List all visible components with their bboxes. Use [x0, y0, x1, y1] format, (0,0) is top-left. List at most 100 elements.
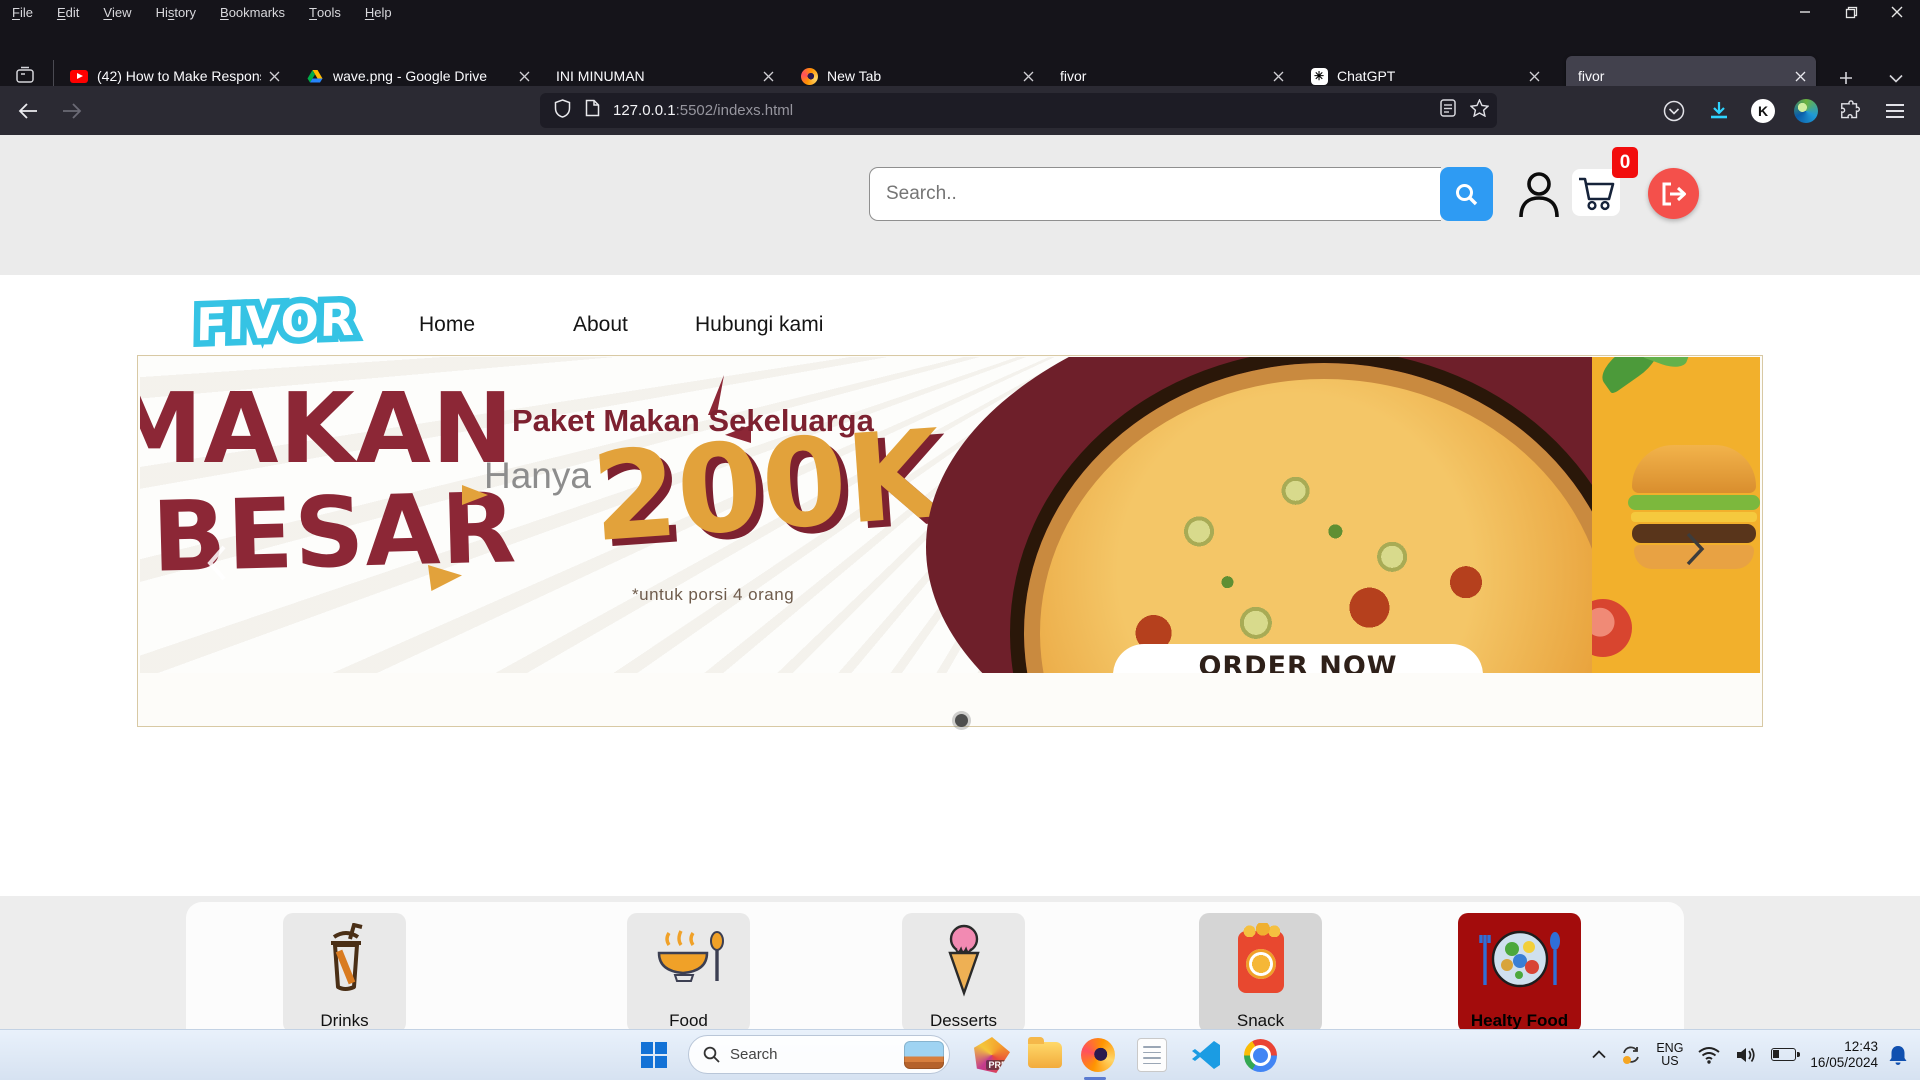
- menu-view[interactable]: View: [91, 0, 143, 24]
- browser-menubar: File Edit View History Bookmarks Tools H…: [0, 0, 1920, 24]
- site-logo: FIVOR FIVOR: [196, 292, 387, 357]
- menu-bookmarks[interactable]: Bookmarks: [208, 0, 297, 24]
- toolbar-extensions: K: [1661, 86, 1908, 135]
- cart-count-badge: 0: [1612, 147, 1638, 178]
- promo-carousel: MAKAN BESAR Paket Makan Sekeluarga Hanya…: [137, 355, 1763, 727]
- minimize-icon[interactable]: [1782, 0, 1828, 24]
- back-icon[interactable]: [14, 97, 42, 125]
- notification-bell-icon[interactable]: [1888, 1044, 1908, 1066]
- category-card-drinks[interactable]: Drinks: [283, 913, 406, 1033]
- language-indicator[interactable]: ENGUS: [1656, 1042, 1683, 1068]
- category-label: Food: [669, 1011, 708, 1031]
- file-explorer-icon[interactable]: [1025, 1035, 1065, 1075]
- idm-extension-icon[interactable]: [1794, 99, 1818, 123]
- nav-home-link[interactable]: Home: [419, 313, 475, 337]
- menu-edit[interactable]: Edit: [45, 0, 91, 24]
- url-text: 127.0.0.1:5502/indexs.html: [613, 102, 1440, 119]
- kaspersky-extension-icon[interactable]: K: [1751, 99, 1775, 123]
- volume-icon[interactable]: [1735, 1046, 1757, 1064]
- update-sync-icon[interactable]: [1620, 1045, 1642, 1065]
- logout-button[interactable]: [1648, 168, 1699, 219]
- carousel-dot[interactable]: [955, 714, 968, 727]
- screen: File Edit View History Bookmarks Tools H…: [0, 0, 1920, 1080]
- drinks-icon: [283, 923, 406, 995]
- bookmark-star-icon[interactable]: [1470, 99, 1489, 122]
- tab-close-icon[interactable]: [269, 71, 280, 82]
- shield-icon[interactable]: [554, 99, 571, 123]
- order-now-button[interactable]: ORDER NOW: [1113, 644, 1483, 673]
- carousel-prev-icon[interactable]: [202, 543, 232, 583]
- forward-icon[interactable]: [58, 97, 86, 125]
- tab-close-icon[interactable]: [1273, 71, 1284, 82]
- notepad-app-icon[interactable]: [1132, 1035, 1172, 1075]
- pre-app-icon[interactable]: PRE: [972, 1035, 1012, 1075]
- category-card-snack[interactable]: Snack: [1199, 913, 1322, 1033]
- banner-note: *untuk porsi 4 orang: [632, 585, 794, 605]
- search-input[interactable]: [869, 167, 1441, 221]
- search-icon: [703, 1046, 720, 1063]
- healthy-food-icon: [1458, 923, 1581, 993]
- tab-close-icon[interactable]: [1023, 71, 1034, 82]
- banner-headline-1: MAKAN: [140, 383, 514, 475]
- search-icon: [1455, 183, 1478, 206]
- carousel-next-icon[interactable]: [1680, 529, 1710, 569]
- clock[interactable]: 12:4316/05/2024: [1810, 1039, 1878, 1071]
- category-card-desserts[interactable]: Desserts: [902, 913, 1025, 1033]
- logout-icon: [1661, 182, 1687, 206]
- chatgpt-icon: ✳: [1310, 67, 1328, 85]
- nav-about-link[interactable]: About: [573, 313, 628, 337]
- category-label: Healty Food: [1471, 1011, 1568, 1031]
- tab-close-icon[interactable]: [519, 71, 530, 82]
- snack-icon: [1199, 923, 1322, 993]
- chrome-icon[interactable]: [1240, 1035, 1280, 1075]
- carousel-slides: MAKAN BESAR Paket Makan Sekeluarga Hanya…: [140, 357, 1760, 673]
- menu-history[interactable]: History: [144, 0, 208, 24]
- banner-price-prefix: Hanya: [484, 455, 591, 497]
- tab-manager-icon[interactable]: [10, 62, 40, 88]
- menu-help[interactable]: Help: [353, 0, 404, 24]
- page-icon[interactable]: [585, 99, 600, 122]
- search-highlight-image[interactable]: [904, 1041, 944, 1069]
- restore-icon[interactable]: [1828, 0, 1874, 24]
- food-icon: [627, 923, 750, 995]
- tray-chevron-up-icon[interactable]: [1592, 1050, 1606, 1059]
- promo-slide-pizza: MAKAN BESAR Paket Makan Sekeluarga Hanya…: [140, 357, 1592, 673]
- close-icon[interactable]: [1874, 0, 1920, 24]
- extensions-puzzle-icon[interactable]: [1837, 98, 1863, 124]
- youtube-icon: [70, 67, 88, 85]
- reader-view-icon[interactable]: [1440, 99, 1456, 122]
- category-label: Snack: [1237, 1011, 1284, 1031]
- search-button[interactable]: [1440, 167, 1493, 221]
- battery-icon[interactable]: [1771, 1048, 1796, 1061]
- url-bar[interactable]: 127.0.0.1:5502/indexs.html: [540, 93, 1497, 128]
- person-icon: [1516, 169, 1562, 219]
- tab-close-icon[interactable]: [763, 71, 774, 82]
- vscode-icon[interactable]: [1186, 1035, 1226, 1075]
- category-card-healthy-food[interactable]: Healty Food: [1458, 913, 1581, 1033]
- tab-close-icon[interactable]: [1529, 71, 1540, 82]
- menu-file[interactable]: File: [0, 0, 45, 24]
- tab-close-icon[interactable]: [1795, 71, 1806, 82]
- menu-tools[interactable]: Tools: [297, 0, 353, 24]
- cart-icon: [1577, 175, 1615, 211]
- system-tray: ENGUS 12:4316/05/2024: [1592, 1029, 1920, 1080]
- firefox-taskbar-icon[interactable]: [1078, 1035, 1118, 1075]
- tomato-decoration: [1592, 599, 1632, 657]
- taskbar-search-label: Search: [730, 1046, 778, 1063]
- hamburger-menu-icon[interactable]: [1882, 98, 1908, 124]
- wifi-icon[interactable]: [1697, 1046, 1721, 1064]
- download-icon[interactable]: [1706, 98, 1732, 124]
- nav-contact-link[interactable]: Hubungi kami: [695, 313, 823, 337]
- category-card-food[interactable]: Food: [627, 913, 750, 1033]
- taskbar-search[interactable]: Search: [688, 1035, 950, 1074]
- google-drive-icon: [306, 67, 324, 85]
- promo-slide-burger: [1592, 357, 1760, 673]
- firefox-icon: [800, 67, 818, 85]
- windows-logo-icon: [641, 1042, 667, 1068]
- start-button[interactable]: [634, 1035, 674, 1075]
- account-button[interactable]: [1514, 167, 1564, 221]
- banner-price: 200K: [587, 403, 945, 569]
- category-label: Drinks: [320, 1011, 368, 1031]
- pocket-icon[interactable]: [1661, 98, 1687, 124]
- category-label: Desserts: [930, 1011, 997, 1031]
